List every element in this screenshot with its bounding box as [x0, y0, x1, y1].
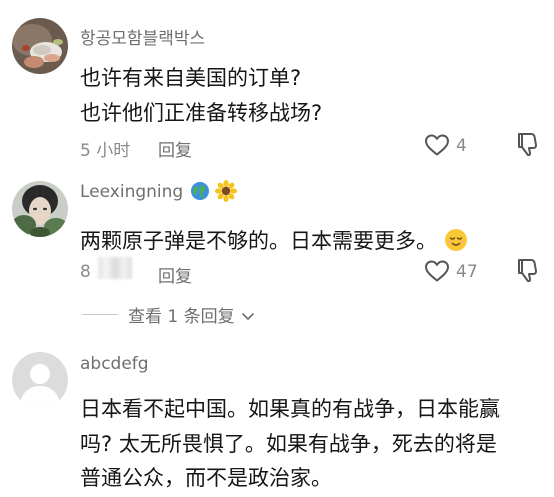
- avatar[interactable]: [12, 352, 68, 408]
- like-count: 47: [456, 262, 478, 282]
- sunflower-icon: [215, 179, 238, 202]
- heart-icon[interactable]: [424, 259, 450, 283]
- avatar-image: [12, 181, 68, 237]
- globe-icon: [190, 181, 209, 200]
- comment: 항공모함블랙박스 也许有来自美国的订单? 也许他们正准备转移战场? 5 小时 回…: [0, 0, 554, 170]
- view-replies-label[interactable]: 查看 1 条回复: [128, 302, 255, 327]
- comment-text-line: 也许有来自美国的订单?: [80, 66, 302, 90]
- comment-time: 5 小时: [80, 141, 131, 161]
- like-count: 4: [456, 136, 467, 156]
- username-text: Leexingning: [80, 182, 184, 202]
- avatar-image: [12, 18, 68, 74]
- default-avatar-icon: [12, 352, 68, 408]
- avatar[interactable]: [12, 181, 68, 237]
- comment-text-line: 普通公众，而不是政治家。: [80, 466, 332, 490]
- avatar[interactable]: [12, 18, 68, 74]
- thumbs-down-icon[interactable]: [515, 257, 541, 283]
- comment-time: 8: [80, 262, 91, 282]
- comment-text: 两颗原子弹是不够的。日本需要更多。: [80, 229, 437, 253]
- divider-line: [82, 314, 118, 315]
- username[interactable]: abcdefg: [80, 354, 149, 374]
- username[interactable]: 항공모함블랙박스: [80, 24, 205, 49]
- reply-button[interactable]: 回复: [158, 262, 192, 287]
- username[interactable]: Leexingning: [80, 179, 238, 202]
- comment-text-line: 日本看不起中国。如果真的有战争，日本能赢: [80, 397, 500, 421]
- comment-text-line: 也许他们正准备转移战场?: [80, 101, 323, 125]
- relieved-face-emoji: [444, 229, 467, 251]
- blurred-time-mask: [98, 257, 132, 279]
- thumbs-down-icon[interactable]: [515, 131, 541, 157]
- comment-text-line: 两颗原子弹是不够的。日本需要更多。: [80, 225, 468, 255]
- comment-text-line: 吗? 太无所畏惧了。如果有战争，死去的将是: [80, 432, 497, 456]
- heart-icon[interactable]: [424, 133, 450, 157]
- view-replies-text: 查看 1 条回复: [128, 307, 235, 327]
- reply-button[interactable]: 回复: [158, 136, 192, 161]
- comment: abcdefg 日本看不起中国。如果真的有战争，日本能赢 吗? 太无所畏惧了。如…: [0, 340, 554, 497]
- chevron-down-icon: [242, 313, 254, 320]
